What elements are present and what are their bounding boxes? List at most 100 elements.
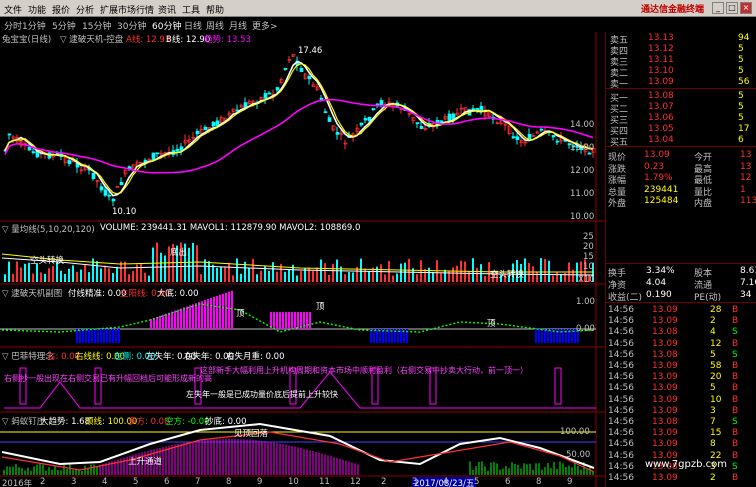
tab-1min[interactable]: 1分钟 <box>22 19 46 32</box>
sub2-value-6: 右失月重: 0.00 <box>226 352 285 362</box>
menu-help[interactable]: 帮助 <box>206 3 224 16</box>
signal-bar <box>288 312 290 329</box>
signal-bar <box>198 302 200 329</box>
tick-price: 13.08 <box>652 417 678 427</box>
tick-price: 13.09 <box>652 305 678 315</box>
vol-axis-10: 10 <box>583 262 594 272</box>
low-price-label: 10.10 <box>112 207 137 217</box>
menu-tools[interactable]: 工具 <box>182 3 200 16</box>
tab-weekly[interactable]: 周线 <box>206 19 224 32</box>
signal-bar <box>165 313 167 329</box>
sub3-value-1: 大趋势: 1.68 <box>40 417 90 427</box>
signal-bar <box>231 290 233 329</box>
signal-bar <box>94 329 96 343</box>
volume-bar <box>144 272 146 282</box>
menu-news[interactable]: 资讯 <box>158 3 176 16</box>
tab-more[interactable]: 更多> <box>252 19 278 32</box>
tab-timeshare[interactable]: 分时 <box>4 19 22 32</box>
sell-order-row: 卖一 13.09 56 <box>606 77 756 90</box>
order-price: 13.11 <box>648 55 674 65</box>
tab-monthly[interactable]: 月线 <box>229 19 247 32</box>
signal-bar <box>538 329 540 343</box>
volume-bar <box>352 272 354 282</box>
tab-60min[interactable]: 60分钟 <box>152 19 181 32</box>
xaxis-month-label: 9 <box>567 477 573 487</box>
menu-analysis[interactable]: 分析 <box>76 3 94 16</box>
main-panel-title: 兔宝宝(日线) <box>2 35 52 45</box>
divider <box>606 88 756 89</box>
sub3-tag-top: 见顶回落 <box>234 429 269 439</box>
volume-bar <box>376 266 378 282</box>
vol-axis-15: 15 <box>583 252 594 262</box>
menu-function[interactable]: 功能 <box>28 3 46 16</box>
tick-volume: 5 <box>710 383 716 394</box>
stat-value: 8.61 <box>740 266 756 276</box>
tick-side: B <box>732 383 739 394</box>
tick-row: 14:56 13.09 2 B <box>606 316 756 327</box>
tab-5min[interactable]: 5分钟 <box>52 19 76 32</box>
xaxis-month-label: 7 <box>195 477 201 487</box>
close-button[interactable]: × <box>740 2 752 14</box>
tab-daily[interactable]: 日线 <box>184 19 202 32</box>
volume-bar <box>416 274 418 282</box>
volume-bar <box>120 261 122 282</box>
tick-price: 13.09 <box>652 316 678 327</box>
signal-bar <box>273 312 275 329</box>
signal-bar <box>195 303 197 329</box>
tick-price: 13.09 <box>652 383 678 394</box>
tick-side: B <box>732 428 739 439</box>
tick-row: 14:56 13.09 58 B <box>606 361 756 372</box>
signal-bar <box>306 312 308 329</box>
volume-bar <box>12 273 14 282</box>
volume-bar <box>400 263 402 282</box>
order-volume: 17 <box>738 124 750 134</box>
stat-row: 涨幅 1.79% 最低 12 <box>606 173 756 186</box>
tick-time: 14:56 <box>608 361 634 371</box>
signal-bar <box>76 329 78 343</box>
signal-bar <box>171 311 173 329</box>
order-price: 13.05 <box>648 124 674 134</box>
minimize-button[interactable]: _ <box>712 2 724 14</box>
site-watermark: www.7gpzb.com <box>645 459 727 470</box>
volume-bar <box>72 265 74 282</box>
candle-body <box>299 67 304 72</box>
candle-body <box>275 87 280 91</box>
tick-time: 14:56 <box>608 473 634 483</box>
volume-bar <box>260 270 262 282</box>
volume-bar <box>296 275 298 282</box>
volume-bar <box>164 255 166 282</box>
tab-15min[interactable]: 15分钟 <box>82 19 111 32</box>
volume-bar <box>64 273 66 282</box>
volume-bar <box>152 247 154 282</box>
volume-bar <box>156 242 158 282</box>
volume-bar <box>380 264 382 282</box>
volume-bar <box>440 273 442 282</box>
candle-body <box>67 160 72 165</box>
tick-price: 13.08 <box>652 327 678 338</box>
volume-bar <box>360 258 362 282</box>
volume-bar <box>240 273 242 282</box>
signal-bar <box>156 316 158 329</box>
menu-extended-market[interactable]: 扩展市场行情 <box>100 3 154 16</box>
volume-bar <box>148 275 150 282</box>
candle-body <box>555 140 560 143</box>
tick-side: B <box>732 405 739 416</box>
volume-bar <box>300 271 302 282</box>
menu-quote[interactable]: 报价 <box>52 3 70 16</box>
volume-bar <box>96 261 98 282</box>
candle-body <box>539 128 544 131</box>
candle-body <box>267 92 272 95</box>
price-axis-13: 13.00 <box>570 143 595 153</box>
chart-area[interactable]: 兔宝宝(日线) ▽ 逮破天机-控盘 A线: 12.93 B线: 12.90 趋势… <box>0 32 605 487</box>
menu-file[interactable]: 文件 <box>4 3 22 16</box>
stat-value: 1.79% <box>644 173 673 183</box>
tick-price: 13.09 <box>652 439 678 450</box>
tab-30min[interactable]: 30分钟 <box>117 19 146 32</box>
signal-bar <box>159 315 161 329</box>
tick-time: 14:56 <box>608 305 634 315</box>
maximize-button[interactable]: □ <box>726 2 738 14</box>
volume-bar <box>528 263 530 282</box>
signal-bar <box>162 314 164 329</box>
signal-bar <box>559 329 561 343</box>
tick-time: 14:56 <box>608 338 634 349</box>
